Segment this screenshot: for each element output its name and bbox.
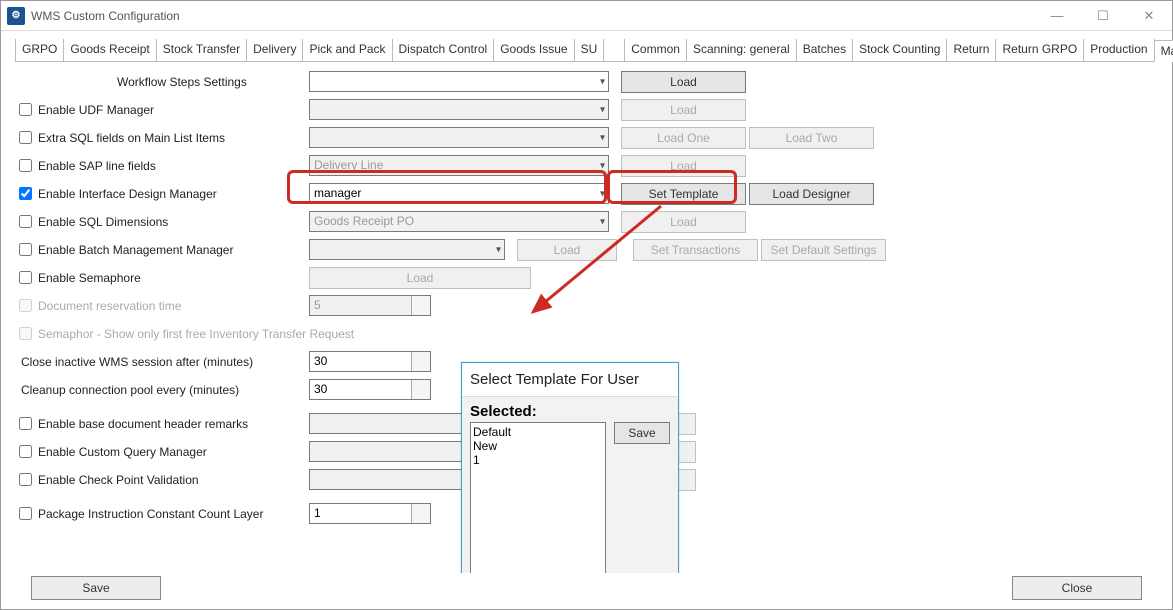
popup-title: Select Template For User [462, 363, 678, 397]
udf-select [309, 99, 609, 120]
custom-query-checkbox[interactable] [19, 445, 32, 458]
tab-stock-transfer[interactable]: Stock Transfer [156, 39, 247, 61]
batch-select [309, 239, 505, 260]
udf-manager-checkbox[interactable] [19, 103, 32, 116]
tab-grpo[interactable]: GRPO [15, 39, 64, 61]
sap-line-label: Enable SAP line fields [38, 159, 156, 173]
base-doc-checkbox[interactable] [19, 417, 32, 430]
extra-sql-select [309, 127, 609, 148]
sap-line-checkbox[interactable] [19, 159, 32, 172]
doc-res-spinner: 5 [309, 295, 431, 316]
base-doc-label: Enable base document header remarks [38, 417, 248, 431]
workflow-steps-select[interactable] [309, 71, 609, 92]
udf-load-button: Load [621, 99, 746, 121]
udf-manager-label: Enable UDF Manager [38, 103, 154, 117]
list-item[interactable]: New [473, 439, 603, 453]
checkpoint-checkbox[interactable] [19, 473, 32, 486]
cleanup-label: Cleanup connection pool every (minutes) [21, 383, 239, 397]
tab-scanning[interactable]: Scanning: general [686, 39, 797, 61]
list-item[interactable]: Default [473, 425, 603, 439]
footer: Save Close [1, 573, 1172, 609]
batch-load-button: Load [517, 239, 617, 261]
close-main-button[interactable]: Close [1012, 576, 1142, 600]
tab-common[interactable]: Common [624, 39, 687, 61]
workflow-load-button[interactable]: Load [621, 71, 746, 93]
set-template-button[interactable]: Set Template [621, 183, 746, 205]
interface-design-select[interactable]: manager [309, 183, 609, 204]
doc-res-checkbox [19, 299, 32, 312]
close-button[interactable]: ✕ [1126, 1, 1172, 30]
tab-return-grpo[interactable]: Return GRPO [995, 39, 1084, 61]
tab-goods-issue[interactable]: Goods Issue [493, 39, 574, 61]
semaphor-only-checkbox [19, 327, 32, 340]
tab-delivery[interactable]: Delivery [246, 39, 303, 61]
semaphore-label: Enable Semaphore [38, 271, 141, 285]
tab-manager[interactable]: Manager [1154, 40, 1173, 62]
batch-mgmt-label: Enable Batch Management Manager [38, 243, 233, 257]
extra-sql-checkbox[interactable] [19, 131, 32, 144]
content-panel: Workflow Steps Settings Load Enable UDF … [1, 62, 1172, 573]
sap-line-select: Delivery Line [309, 155, 609, 176]
batch-mgmt-checkbox[interactable] [19, 243, 32, 256]
load-two-button: Load Two [749, 127, 874, 149]
load-one-button: Load One [621, 127, 746, 149]
semaphore-checkbox[interactable] [19, 271, 32, 284]
sql-dim-select: Goods Receipt PO [309, 211, 609, 232]
tab-return[interactable]: Return [946, 39, 996, 61]
popup-selected-label: Selected: [462, 397, 678, 422]
custom-query-label: Enable Custom Query Manager [38, 445, 207, 459]
doc-res-label: Document reservation time [38, 299, 181, 313]
tab-dispatch[interactable]: Dispatch Control [392, 39, 495, 61]
tab-pick-pack[interactable]: Pick and Pack [302, 39, 392, 61]
interface-design-checkbox[interactable] [19, 187, 32, 200]
sql-dimensions-label: Enable SQL Dimensions [38, 215, 168, 229]
minimize-button[interactable]: — [1034, 1, 1080, 30]
interface-design-label: Enable Interface Design Manager [38, 187, 217, 201]
semaphore-load-button: Load [309, 267, 531, 289]
sql-dim-load-button: Load [621, 211, 746, 233]
sap-load-button: Load [621, 155, 746, 177]
titlebar: ⚙ WMS Custom Configuration — ☐ ✕ [1, 1, 1172, 31]
tab-stock-counting[interactable]: Stock Counting [852, 39, 947, 61]
workflow-steps-label: Workflow Steps Settings [117, 75, 247, 89]
pkg-instr-checkbox[interactable] [19, 507, 32, 520]
tabs-row: GRPO Goods Receipt Stock Transfer Delive… [1, 31, 1172, 61]
list-item[interactable]: 1 [473, 453, 603, 467]
save-button[interactable]: Save [31, 576, 161, 600]
extra-sql-label: Extra SQL fields on Main List Items [38, 131, 225, 145]
tab-su[interactable]: SU [574, 39, 605, 61]
set-default-button: Set Default Settings [761, 239, 886, 261]
pkg-instr-spinner[interactable]: 1 [309, 503, 431, 524]
cleanup-spinner[interactable]: 30 [309, 379, 431, 400]
semaphor-only-label: Semaphor - Show only first free Inventor… [38, 327, 354, 341]
template-listbox[interactable]: Default New 1 [470, 422, 606, 573]
popup-save-button[interactable]: Save [614, 422, 670, 444]
set-transactions-button: Set Transactions [633, 239, 758, 261]
maximize-button[interactable]: ☐ [1080, 1, 1126, 30]
tab-batches[interactable]: Batches [796, 39, 853, 61]
tab-production[interactable]: Production [1083, 39, 1154, 61]
close-session-label: Close inactive WMS session after (minute… [21, 355, 253, 369]
close-session-spinner[interactable]: 30 [309, 351, 431, 372]
app-icon: ⚙ [7, 7, 25, 25]
tab-goods-receipt[interactable]: Goods Receipt [63, 39, 156, 61]
load-designer-button[interactable]: Load Designer [749, 183, 874, 205]
window-title: WMS Custom Configuration [31, 9, 180, 23]
sql-dimensions-checkbox[interactable] [19, 215, 32, 228]
checkpoint-label: Enable Check Point Validation [38, 473, 199, 487]
template-popup: Select Template For User Selected: Defau… [461, 362, 679, 573]
pkg-instr-label: Package Instruction Constant Count Layer [38, 507, 263, 521]
